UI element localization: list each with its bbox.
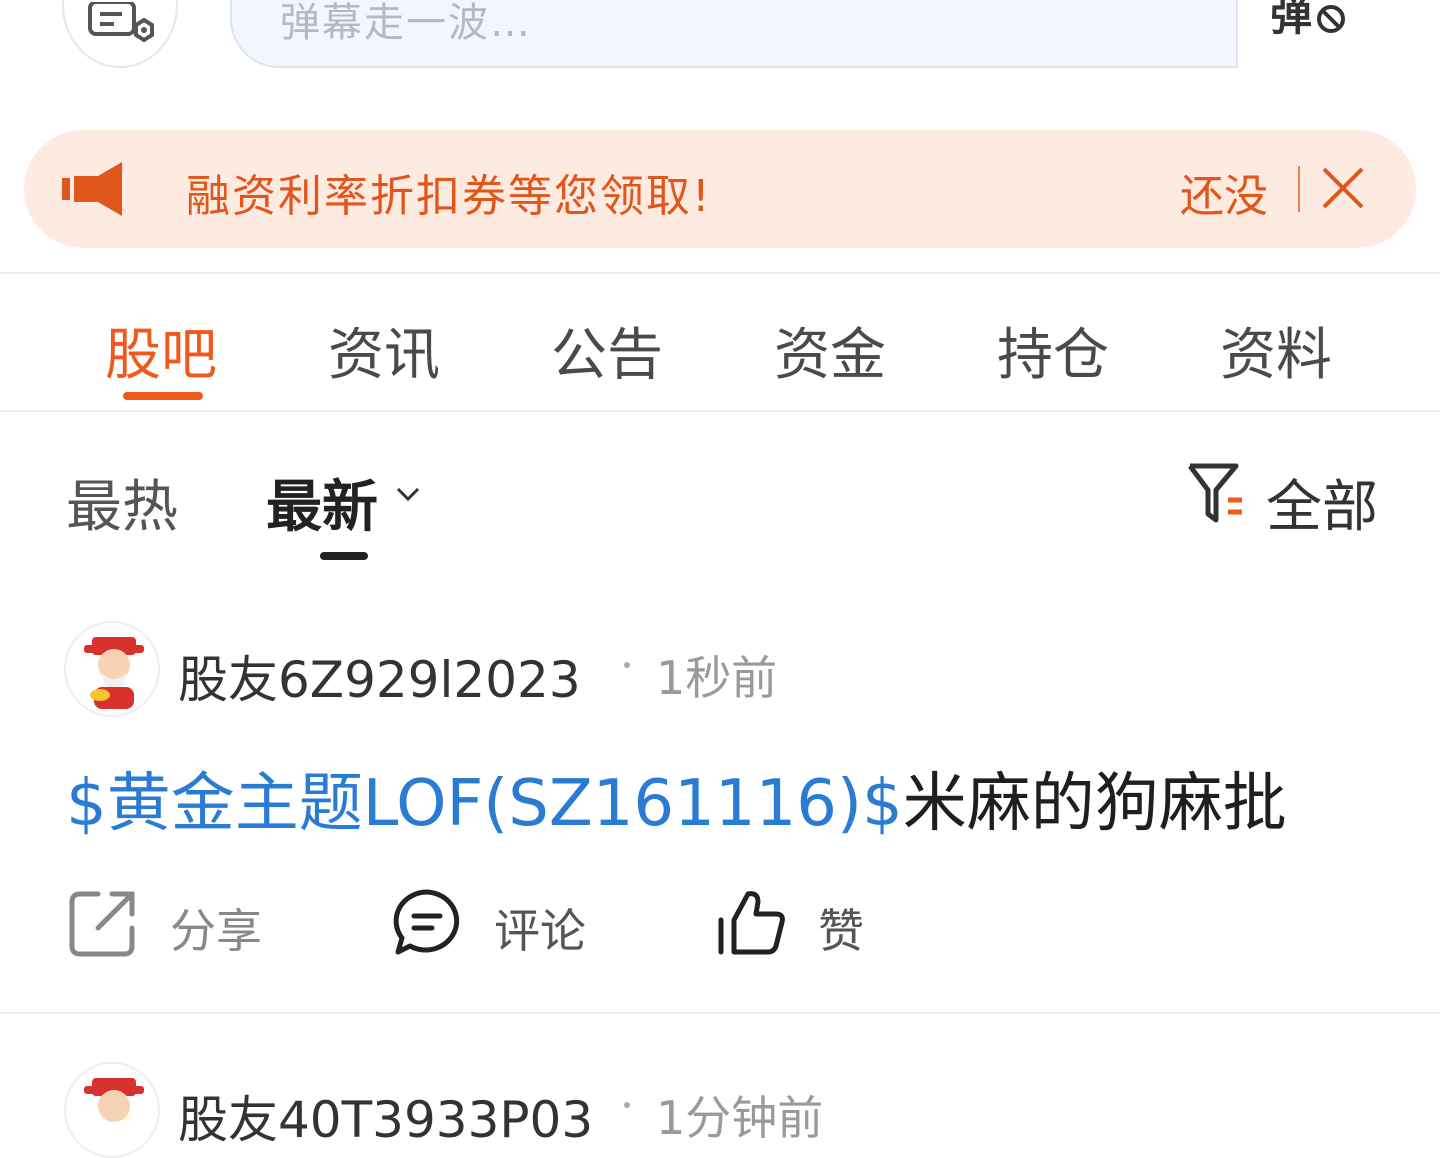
filter-label[interactable]: 全部: [1266, 462, 1378, 543]
post-time: 1分钟前: [656, 1091, 824, 1145]
post-content[interactable]: $黄金主题LOF(SZ161116)$米麻的狗麻批: [66, 752, 1287, 844]
forbid-icon: [1317, 5, 1345, 33]
like-icon[interactable]: [716, 888, 786, 958]
sort-hot[interactable]: 最热: [66, 462, 178, 543]
promo-banner-divider: [1298, 166, 1300, 212]
promo-banner-text[interactable]: 融资利率折扣券等您领取!: [186, 160, 712, 224]
settings-circle-button[interactable]: [62, 0, 178, 68]
share-label[interactable]: 分享: [170, 895, 262, 961]
fortune-god-avatar-icon: [84, 637, 144, 709]
tab-announcements[interactable]: 公告: [551, 310, 663, 391]
stock-tag-link[interactable]: $黄金主题LOF(SZ161116)$: [66, 767, 903, 841]
active-tab-indicator: [123, 392, 203, 400]
danmaku-char: 弹: [1270, 0, 1313, 40]
post-username[interactable]: 股友6Z929l2023: [178, 640, 581, 712]
post-username[interactable]: 股友40T3933P03: [178, 1080, 593, 1152]
list-settings-icon: [88, 2, 154, 43]
separator-dot: [624, 1102, 630, 1108]
fortune-god-avatar-icon: [84, 1078, 144, 1122]
like-label[interactable]: 赞: [818, 895, 864, 961]
filter-icon[interactable]: [1186, 462, 1246, 524]
close-icon[interactable]: [1320, 163, 1366, 213]
post-time: 1秒前: [656, 651, 778, 705]
comment-label[interactable]: 评论: [494, 895, 586, 961]
search-divider: [1236, 0, 1238, 68]
tab-profile[interactable]: 资料: [1220, 310, 1332, 391]
divider: [0, 410, 1440, 412]
sort-latest[interactable]: 最新: [266, 462, 378, 543]
divider: [0, 272, 1440, 274]
megaphone-icon: [62, 162, 122, 216]
avatar[interactable]: [64, 621, 160, 717]
avatar[interactable]: [64, 1062, 160, 1158]
danmaku-placeholder: 弹幕走一波…: [280, 0, 532, 46]
chevron-down-icon[interactable]: [394, 480, 422, 508]
post-text: 米麻的狗麻批: [902, 767, 1287, 841]
promo-banner-more[interactable]: 还没: [1180, 160, 1268, 224]
divider: [0, 1012, 1440, 1014]
separator-dot: [624, 662, 630, 668]
tab-guba[interactable]: 股吧: [105, 310, 217, 391]
tab-news[interactable]: 资讯: [328, 310, 440, 391]
tab-holdings[interactable]: 持仓: [997, 310, 1109, 391]
danmaku-off-icon[interactable]: 弹: [1270, 0, 1345, 43]
share-icon[interactable]: [68, 888, 138, 958]
comment-icon[interactable]: [392, 888, 462, 958]
sort-active-indicator: [320, 552, 368, 560]
tab-capital[interactable]: 资金: [774, 310, 886, 391]
